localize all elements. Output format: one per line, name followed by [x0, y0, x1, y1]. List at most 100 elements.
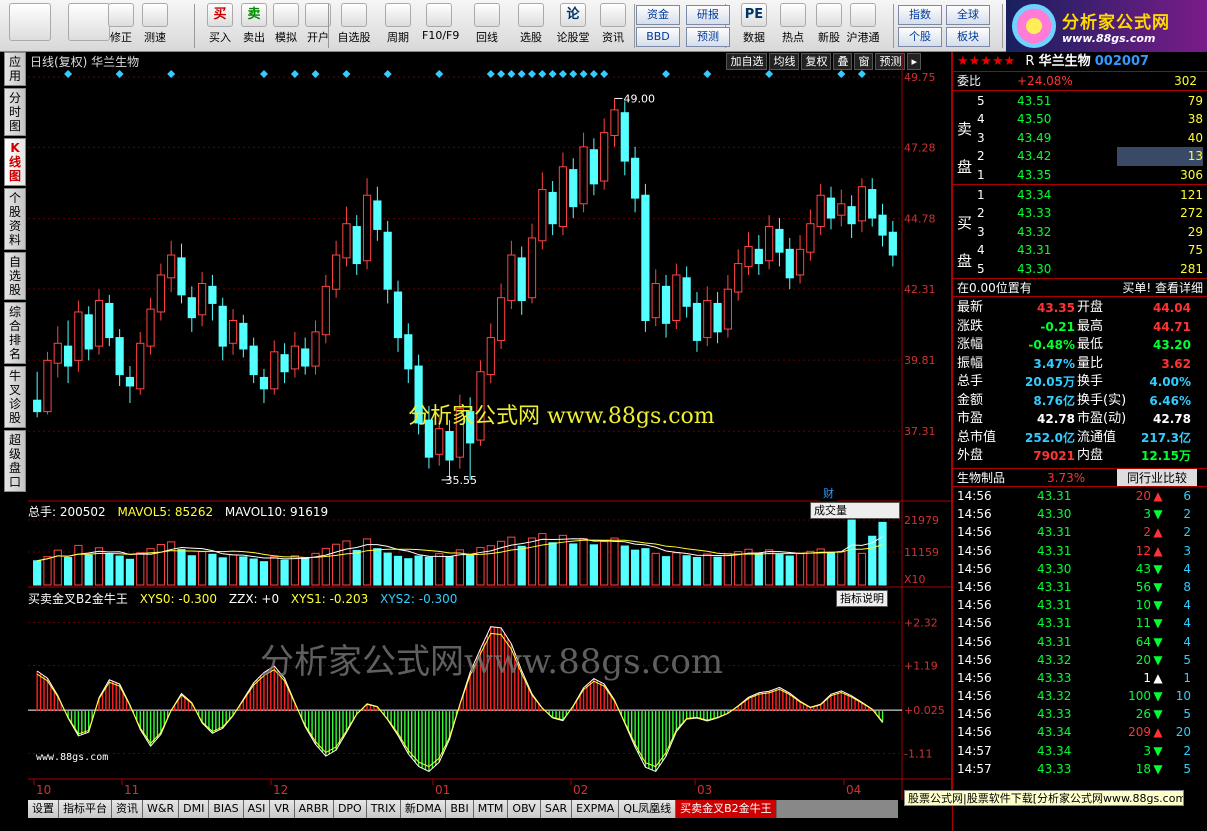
- buy-level-1[interactable]: 1 43.34 121: [977, 186, 1203, 205]
- candle-body: [868, 189, 877, 219]
- sell-level-2[interactable]: 2 43.42 13: [977, 147, 1203, 166]
- left-vertical-tabs: 应用 分时图 K线图 个股资料 自选股 综合排名 牛叉诊股 超级盘口: [4, 52, 26, 612]
- volume-bar: [393, 555, 403, 586]
- left-tab-0[interactable]: 应用: [4, 52, 26, 86]
- toolbar-small-button-6[interactable]: 全球: [946, 5, 990, 25]
- left-tab-6[interactable]: 牛叉诊股: [4, 366, 26, 428]
- candle-body: [105, 302, 114, 339]
- candle-body: [785, 248, 794, 279]
- tick-volume: 64: [1135, 634, 1151, 649]
- left-tab-2[interactable]: K线图: [4, 138, 26, 186]
- level-price: 43.30: [1017, 261, 1052, 276]
- volume-axis-label: 21979: [904, 514, 939, 527]
- toolbar-button-11[interactable]: 回线: [470, 3, 504, 49]
- left-tab-5[interactable]: 综合排名: [4, 302, 26, 364]
- toolbar-button-12[interactable]: 选股: [514, 3, 548, 49]
- toolbar-button-18[interactable]: 沪港通: [846, 3, 880, 49]
- buy-level-2[interactable]: 2 43.33 272: [977, 204, 1203, 223]
- toolbar-small-button-1[interactable]: BBD: [636, 27, 680, 47]
- toolbar-button-7[interactable]: 开户: [301, 3, 335, 49]
- level-volume: 38: [1187, 112, 1203, 126]
- toolbar-small-button-7[interactable]: 板块: [946, 27, 990, 47]
- buy-level-5[interactable]: 5 43.30 281: [977, 260, 1203, 279]
- toolbar-button-0[interactable]: [5, 3, 55, 49]
- toolbar-button-13[interactable]: 论论股堂: [556, 3, 590, 49]
- buy-level-3[interactable]: 3 43.32 29: [977, 223, 1203, 242]
- candle-body: [682, 277, 691, 307]
- toolbar-button-4[interactable]: 买买入: [203, 3, 237, 49]
- price-axis-label: 44.78: [904, 213, 936, 226]
- indicator-tab-8[interactable]: ARBR: [294, 800, 334, 818]
- indicator-tab-4[interactable]: DMI: [179, 800, 210, 818]
- weibi-volume: 302: [1174, 74, 1197, 88]
- signal-diamond-icon: [64, 70, 73, 78]
- toolbar-separator: [634, 4, 635, 48]
- toolbar-button-15[interactable]: PE 数据: [737, 3, 771, 49]
- kline-chart-area[interactable]: 日线(复权) 华兰生物 加自选 均线 复权叠窗预测 ▸ 49.75 47.28 44.78…: [28, 52, 952, 800]
- toolbar-small-button-0[interactable]: 资金: [636, 5, 680, 25]
- indicator-tab-5[interactable]: BIAS: [209, 800, 244, 818]
- indicator-tab-17[interactable]: QL凤凰线: [619, 800, 677, 818]
- toolbar-button-3[interactable]: 测速: [138, 3, 172, 49]
- indicator-tab-0[interactable]: 设置: [28, 800, 59, 818]
- toolbar-small-button-2[interactable]: 研报: [686, 5, 730, 25]
- toolbar-small-button-4[interactable]: 指数: [898, 5, 942, 25]
- volume-indicator-select[interactable]: 成交量: [810, 502, 900, 519]
- indicator-tab-14[interactable]: OBV: [508, 800, 541, 818]
- indicator-tab-6[interactable]: ASI: [243, 800, 271, 818]
- sell-level-5[interactable]: 5 43.51 79: [977, 92, 1203, 111]
- candle-body: [177, 257, 186, 296]
- indicator-help-button[interactable]: 指标说明: [836, 590, 888, 607]
- toolbar-button-17[interactable]: 新股: [812, 3, 846, 49]
- tick-price: 43.31: [1037, 579, 1072, 594]
- indicator-tab-11[interactable]: 新DMA: [400, 800, 447, 818]
- site-logo[interactable]: 分析家公式网 www.88gs.com: [1006, 0, 1207, 52]
- down-arrow-icon: ▼: [1153, 707, 1163, 722]
- detail-link[interactable]: 买单! 查看详细: [1122, 279, 1203, 297]
- toolbar-button-5[interactable]: 卖卖出: [237, 3, 271, 49]
- tick-count: 2: [1183, 507, 1191, 522]
- tick-volume: 1: [1143, 670, 1151, 685]
- indicator-tab-3[interactable]: W&R: [143, 800, 180, 818]
- indicator-tab-2[interactable]: 资讯: [112, 800, 143, 818]
- toolbar-button-10[interactable]: F10/F9: [422, 3, 459, 49]
- signal-diamond-icon: [600, 70, 609, 78]
- buy-level-4[interactable]: 4 43.31 75: [977, 241, 1203, 260]
- toolbar-small-button-3[interactable]: 预测: [686, 27, 730, 47]
- toolbar-button-16[interactable]: 热点: [776, 3, 810, 49]
- indicator-tab-13[interactable]: MTM: [473, 800, 509, 818]
- left-tab-3[interactable]: 个股资料: [4, 188, 26, 250]
- tick-count: 4: [1183, 598, 1191, 613]
- toolbar-button-8[interactable]: 自选股: [337, 3, 371, 49]
- sell-level-1[interactable]: 1 43.35 306: [977, 166, 1203, 185]
- indicator-tab-12[interactable]: BBI: [446, 800, 474, 818]
- level-volume: 121: [1180, 187, 1203, 202]
- toolbar-button-14[interactable]: 资讯: [596, 3, 630, 49]
- left-tab-4[interactable]: 自选股: [4, 252, 26, 300]
- toolbar-button-9[interactable]: 周期: [381, 3, 415, 49]
- indicator-tab-18[interactable]: 买卖金叉B2金牛王: [676, 800, 777, 818]
- candle-body: [63, 345, 73, 367]
- toolbar-button-6[interactable]: 模拟: [269, 3, 303, 49]
- toolbar-button-2[interactable]: 修正: [104, 3, 138, 49]
- peer-compare-button[interactable]: 同行业比较: [1117, 468, 1197, 486]
- indicator-tab-1[interactable]: 指标平台: [59, 800, 112, 818]
- left-tab-1[interactable]: 分时图: [4, 88, 26, 136]
- indicator-tab-15[interactable]: SAR: [540, 800, 573, 818]
- indicator-tab-7[interactable]: VR: [270, 800, 295, 818]
- sector-name[interactable]: 生物制品: [957, 469, 1047, 487]
- left-tab-7[interactable]: 超级盘口: [4, 430, 26, 492]
- indicator-tab-16[interactable]: EXPMA: [572, 800, 620, 818]
- order-book: 卖盘 5 43.51 79 4 43.50 38 3 43.49 40 2 43.42 13 1 43.35…: [953, 91, 1207, 279]
- volume-bar: [424, 556, 434, 586]
- date-axis-label: 02: [573, 783, 588, 797]
- sell-level-4[interactable]: 4 43.50 38: [977, 110, 1203, 129]
- tick-price: 43.33: [1037, 670, 1072, 685]
- volume-bar: [641, 548, 650, 586]
- indicator-legend: 买卖金叉B2金牛王 XYS0: -0.300 ZZX: +0 XYS1: -0.…: [28, 590, 465, 607]
- indicator-tab-10[interactable]: TRIX: [366, 800, 401, 818]
- indicator-tab-9[interactable]: DPO: [333, 800, 367, 818]
- finance-badge[interactable]: 财: [820, 486, 837, 501]
- toolbar-small-button-5[interactable]: 个股: [898, 27, 942, 47]
- sell-level-3[interactable]: 3 43.49 40: [977, 129, 1203, 148]
